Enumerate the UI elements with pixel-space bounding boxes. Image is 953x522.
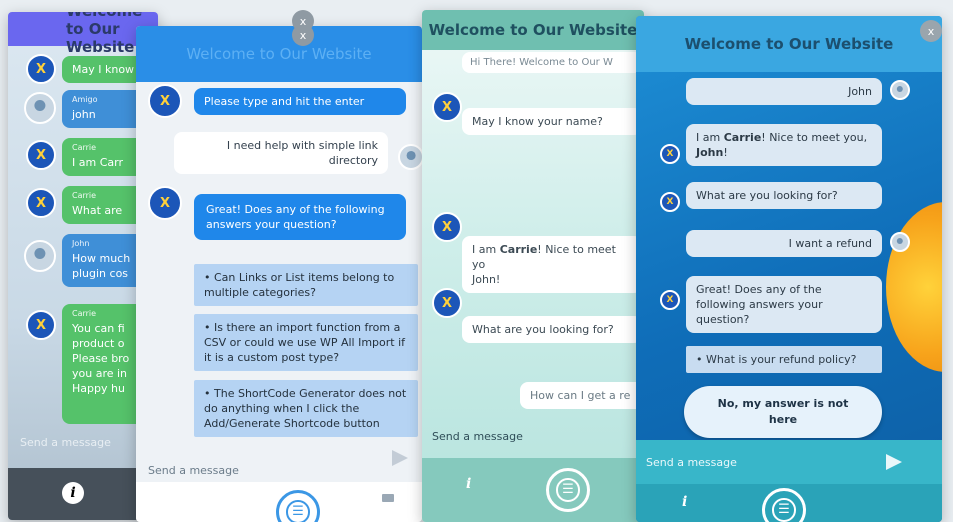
message-bubble: What are you looking for? xyxy=(462,316,642,343)
bot-avatar xyxy=(660,192,680,212)
panel-3-footer: i ☰ xyxy=(422,458,644,522)
answer-option[interactable]: • The ShortCode Generator does not do an… xyxy=(194,380,418,437)
message-input[interactable]: Send a message xyxy=(20,436,111,449)
user-avatar xyxy=(24,240,56,272)
bot-avatar xyxy=(26,188,56,218)
chat-panel-3: Welcome to Our Website Hi There! Welcome… xyxy=(422,10,644,522)
message-input[interactable]: Send a message xyxy=(148,464,239,477)
user-avatar xyxy=(24,92,56,124)
bullet-icon: • xyxy=(696,353,706,366)
info-icon[interactable]: i xyxy=(62,482,84,504)
user-avatar xyxy=(890,232,910,252)
no-answer-button[interactable]: No, my answer is not here xyxy=(684,386,882,438)
bot-avatar xyxy=(26,140,56,170)
answer-option[interactable]: • Is there an import function from a CSV… xyxy=(194,314,418,371)
message-bubble: I want a refund xyxy=(686,230,882,257)
message-bubble: Hi There! Welcome to Our W xyxy=(462,52,642,73)
chat-panel-4: Welcome to Our Website John I am Carrie!… xyxy=(636,16,942,522)
send-icon[interactable] xyxy=(886,454,902,470)
panel-3-header: Welcome to Our Website xyxy=(422,10,644,50)
menu-button[interactable]: ☰ xyxy=(546,468,590,512)
message-bubble: I am Carrie! Nice to meet you, John! xyxy=(686,124,882,166)
user-avatar xyxy=(890,80,910,100)
user-avatar xyxy=(398,144,422,170)
chat-panel-2: Welcome to Our Website Please type and h… xyxy=(136,26,422,522)
bullet-icon: • xyxy=(204,271,214,284)
bullet-icon: • xyxy=(204,387,214,400)
menu-icon: ☰ xyxy=(286,500,310,522)
close-icon: x xyxy=(299,14,307,28)
message-bubble: What are you looking for? xyxy=(686,182,882,209)
panel-3-title: Welcome to Our Website xyxy=(428,21,638,39)
menu-button[interactable]: ☰ xyxy=(762,488,806,522)
message-bubble: I am Carrie! Nice to meet yo John! xyxy=(462,236,642,293)
orange-decoration xyxy=(886,202,942,372)
panel-4-footer: i ☰ xyxy=(636,484,942,522)
bot-avatar xyxy=(26,310,56,340)
bot-avatar xyxy=(432,92,462,122)
panel-4-header: Welcome to Our Website xyxy=(636,16,942,72)
message-bubble: John xyxy=(686,78,882,105)
panel-2-title: Welcome to Our Website xyxy=(186,45,372,63)
message-input[interactable]: Send a message xyxy=(646,456,737,469)
bot-avatar xyxy=(148,84,182,118)
panel-4-title: Welcome to Our Website xyxy=(684,35,894,53)
message-bubble: Great! Does any of the following answers… xyxy=(194,194,406,240)
message-bubble: Please type and hit the enter xyxy=(194,88,406,115)
info-icon[interactable]: i xyxy=(466,476,471,492)
bot-avatar xyxy=(26,54,56,84)
bullet-icon: • xyxy=(204,321,214,334)
bot-avatar xyxy=(432,288,462,318)
message-bubble: May I know your name? xyxy=(462,108,642,135)
close-icon: x xyxy=(927,24,935,38)
menu-icon: ☰ xyxy=(772,498,796,522)
message-input[interactable]: Send a message xyxy=(432,430,523,443)
bot-avatar xyxy=(148,186,182,220)
menu-icon: ☰ xyxy=(556,478,580,502)
info-icon[interactable]: i xyxy=(682,494,687,510)
bot-avatar xyxy=(660,144,680,164)
answer-option[interactable]: • What is your refund policy? xyxy=(686,346,882,373)
send-icon[interactable] xyxy=(392,450,408,466)
menu-button[interactable]: ☰ xyxy=(276,490,320,522)
bot-avatar xyxy=(432,212,462,242)
message-bubble: I need help with simple link directory xyxy=(174,132,388,174)
input-bar: Send a message xyxy=(636,440,942,484)
message-bubble: How can I get a re xyxy=(520,382,644,409)
bot-avatar xyxy=(660,290,680,310)
answer-option[interactable]: • Can Links or List items belong to mult… xyxy=(194,264,418,306)
close-button[interactable]: x xyxy=(920,20,942,42)
close-button[interactable]: x xyxy=(292,10,314,32)
panel-2-footer: ☰ xyxy=(136,482,422,522)
panel-2-header: Welcome to Our Website xyxy=(136,26,422,82)
mail-icon[interactable] xyxy=(382,494,394,502)
message-bubble: Great! Does any of the following answers… xyxy=(686,276,882,333)
